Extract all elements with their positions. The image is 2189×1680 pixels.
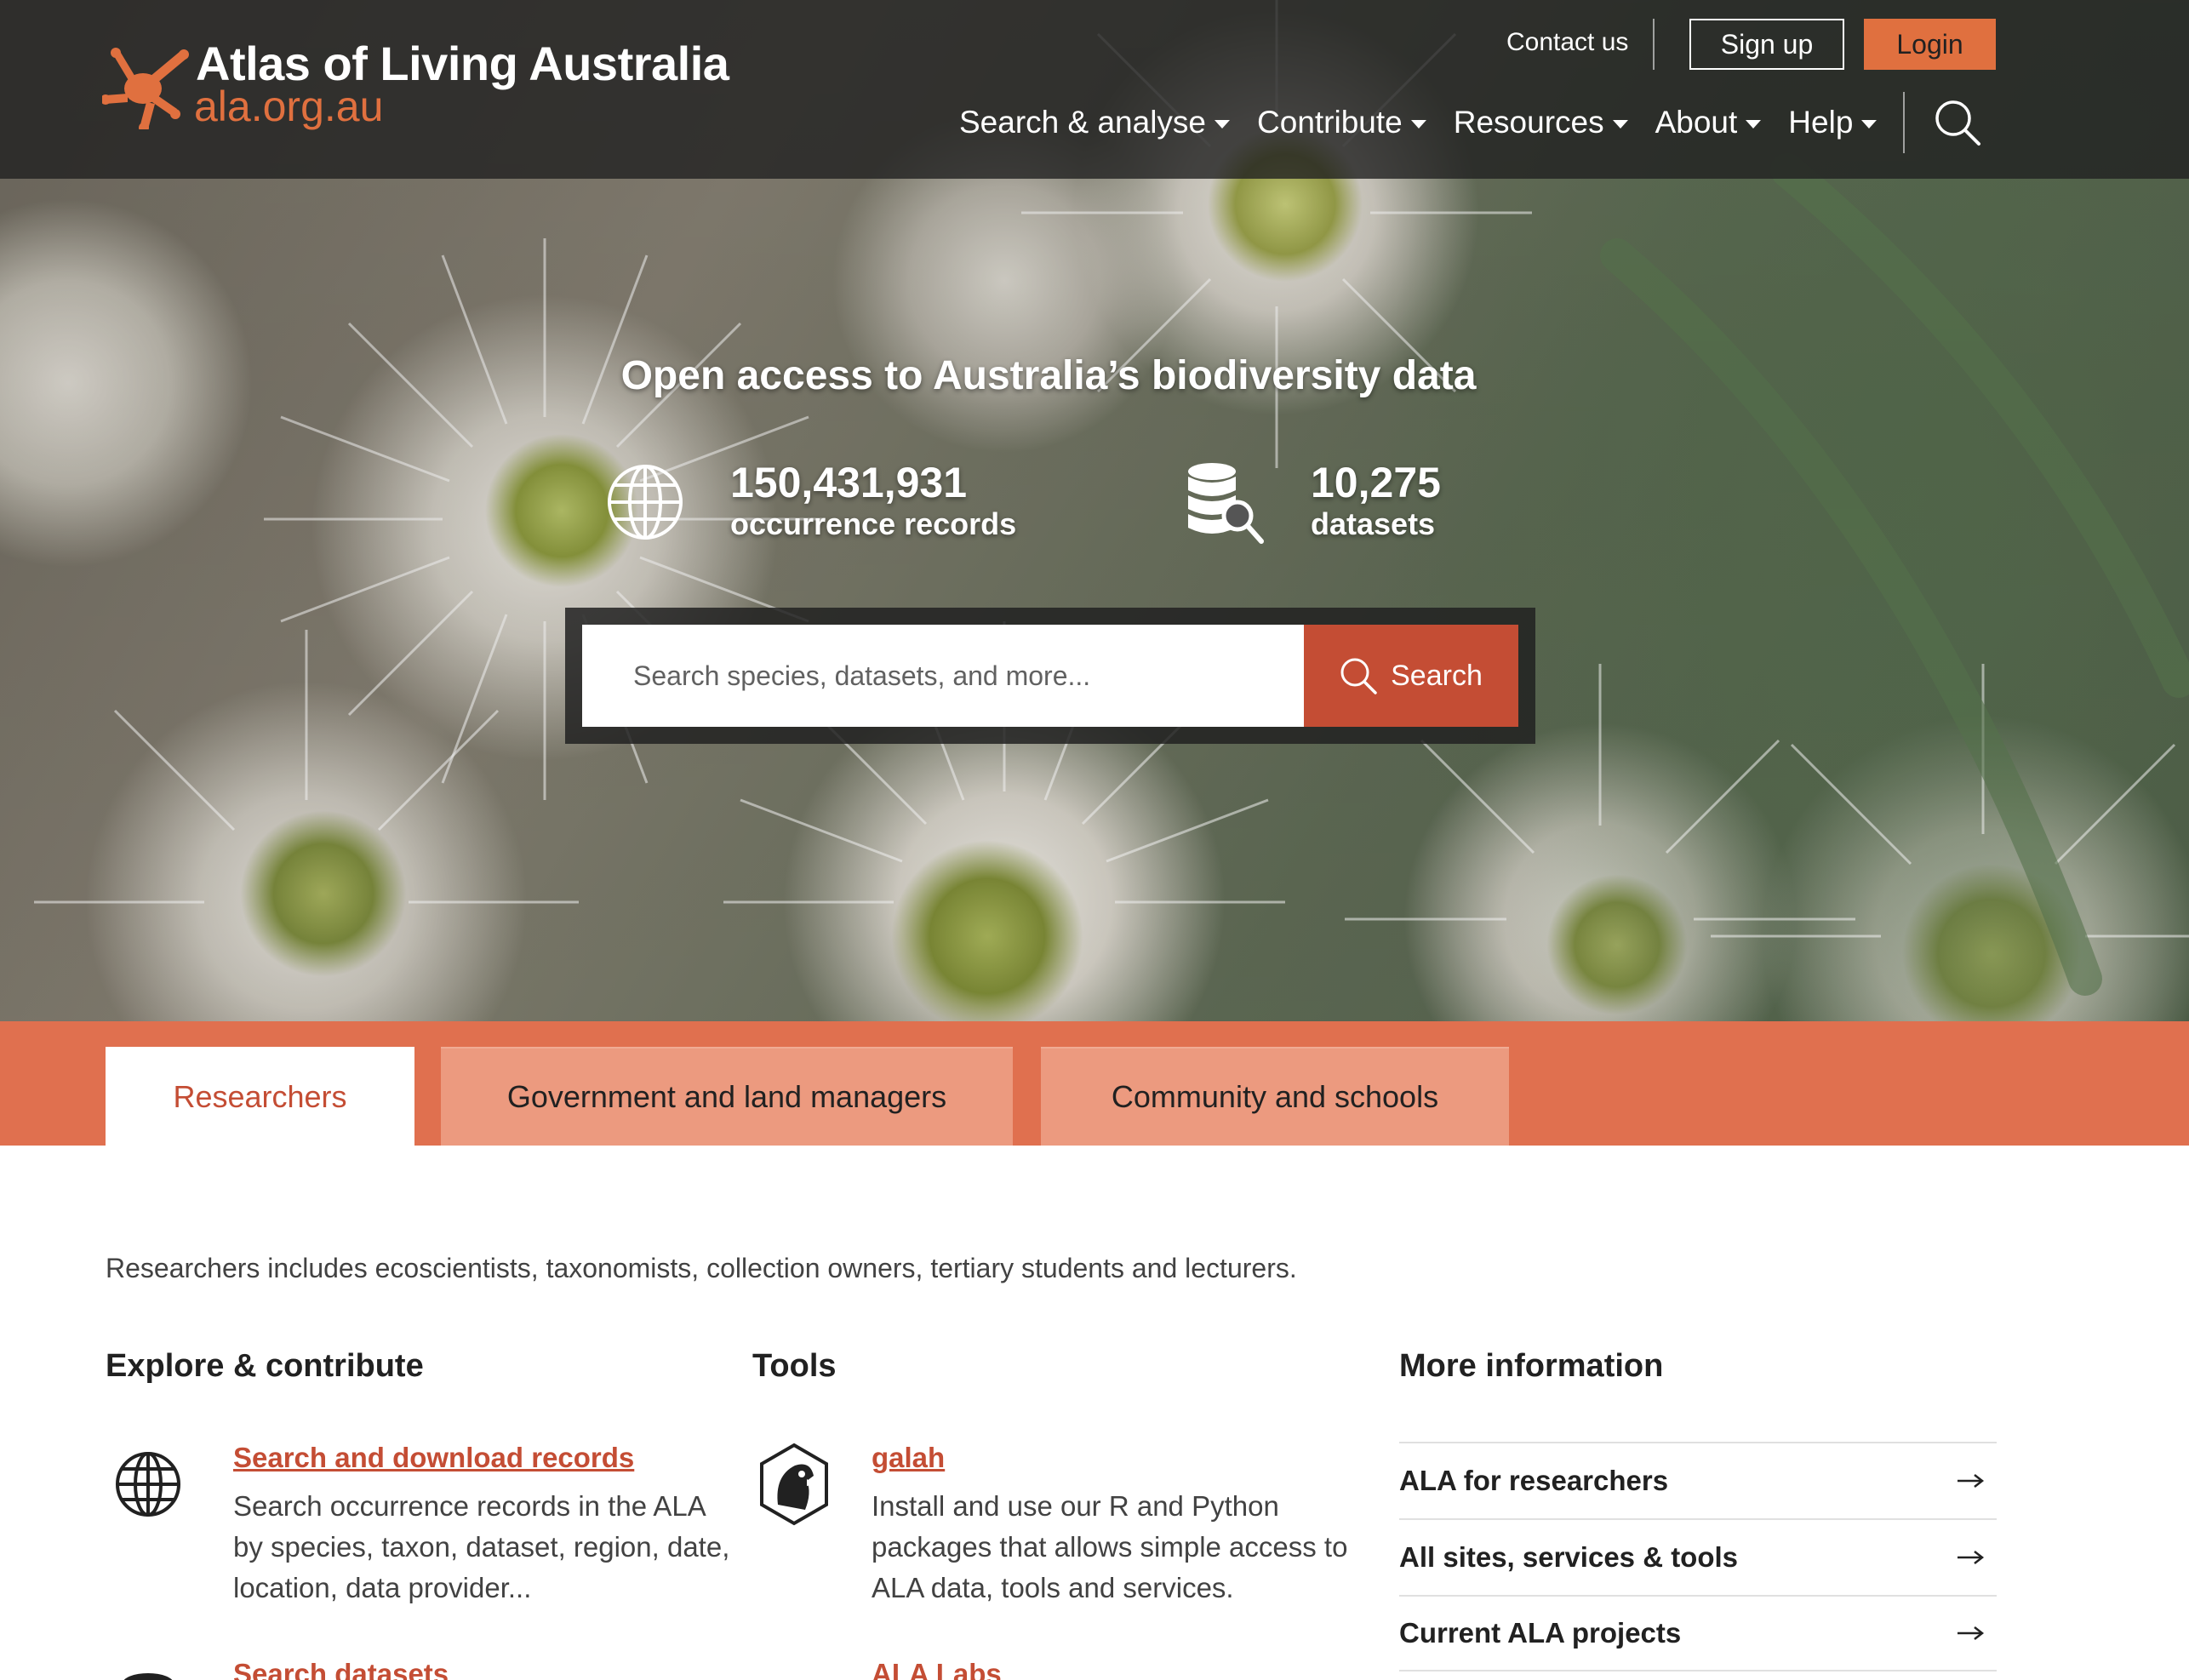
chevron-down-icon — [1746, 120, 1762, 129]
chevron-down-icon — [1861, 120, 1878, 129]
feature-galah: galah Install and use our R and Python p… — [757, 1442, 1347, 1612]
ala-logo-icon — [102, 48, 189, 129]
galah-icon — [760, 1443, 828, 1526]
datasets-stat: 10,275 datasets — [1311, 460, 1441, 542]
top-divider — [1653, 19, 1655, 70]
galah-link[interactable]: galah — [872, 1442, 945, 1474]
main-navigation: Search & analyse Contribute Resources Ab… — [959, 100, 1878, 145]
more-information-heading: More information — [1399, 1348, 1664, 1384]
search-icon[interactable] — [1934, 99, 1981, 146]
stat-number: 10,275 — [1311, 459, 1441, 506]
search-download-records-link[interactable]: Search and download records — [233, 1442, 634, 1474]
search-button[interactable]: Search — [1304, 625, 1518, 727]
arrow-right-icon — [1958, 1551, 1985, 1564]
info-link-current-ala-projects[interactable]: Current ALA projects — [1399, 1595, 1997, 1671]
stat-label: occurrence records — [730, 506, 1017, 541]
login-button[interactable]: Login — [1864, 19, 1996, 70]
tab-government-land-managers[interactable]: Government and land managers — [441, 1047, 1013, 1146]
info-link-ala-for-researchers[interactable]: ALA for researchers — [1399, 1442, 1997, 1518]
contact-us-link[interactable]: Contact us — [1506, 28, 1628, 57]
search-datasets-link[interactable]: Search datasets — [233, 1658, 449, 1680]
nav-label: Resources — [1453, 105, 1604, 140]
nav-help[interactable]: Help — [1788, 105, 1878, 140]
nav-resources[interactable]: Resources — [1454, 105, 1628, 140]
logo-subtitle: ala.org.au — [194, 83, 384, 130]
nav-label: About — [1655, 105, 1738, 140]
ala-labs-link[interactable]: ALA Labs — [872, 1658, 1002, 1680]
tools-heading: Tools — [752, 1348, 837, 1384]
tab-community-schools[interactable]: Community and schools — [1041, 1047, 1509, 1146]
stat-label: datasets — [1311, 506, 1436, 541]
globe-icon — [608, 465, 683, 540]
info-link-label: ALA for researchers — [1399, 1465, 1669, 1496]
globe-icon — [116, 1452, 180, 1517]
arrow-right-icon — [1958, 1626, 1985, 1640]
audience-tabs: Researchers Government and land managers… — [0, 1021, 2189, 1146]
feature-search-records: Search and download records Search occur… — [114, 1442, 729, 1612]
sign-up-button[interactable]: Sign up — [1689, 19, 1844, 70]
stat-number: 150,431,931 — [730, 459, 968, 506]
feature-ala-labs: ALA Labs — [757, 1658, 1268, 1680]
site-header: Atlas of Living Australia ala.org.au Con… — [0, 0, 2189, 179]
search-icon — [1340, 658, 1377, 694]
nav-divider — [1903, 92, 1905, 153]
chevron-down-icon — [1410, 120, 1426, 129]
hero-search-panel: Search — [565, 608, 1535, 744]
nav-label: Help — [1788, 105, 1854, 140]
info-link-label: Current ALA projects — [1399, 1617, 1682, 1649]
nav-contribute[interactable]: Contribute — [1257, 105, 1426, 140]
nav-about[interactable]: About — [1655, 105, 1762, 140]
nav-label: Search & analyse — [959, 105, 1207, 140]
database-icon — [123, 1673, 173, 1680]
chevron-down-icon — [1612, 120, 1628, 129]
info-link-label: All sites, services & tools — [1399, 1541, 1739, 1573]
more-information-list: ALA for researchers All sites, services … — [1399, 1442, 1997, 1671]
arrow-right-icon — [1958, 1474, 1985, 1488]
explore-contribute-heading: Explore & contribute — [106, 1348, 424, 1384]
feature-description: Search occurrence records in the ALA by … — [233, 1490, 730, 1603]
feature-search-datasets: Search datasets — [114, 1658, 625, 1680]
occurrence-records-stat: 150,431,931 occurrence records — [730, 460, 1016, 542]
tab-researchers[interactable]: Researchers — [106, 1047, 414, 1146]
search-button-label: Search — [1391, 659, 1483, 692]
audience-intro: Researchers includes ecoscientists, taxo… — [106, 1253, 1297, 1283]
database-search-icon — [1188, 463, 1264, 544]
nav-label: Contribute — [1257, 105, 1403, 140]
feature-description: Install and use our R and Python package… — [872, 1490, 1348, 1603]
nav-search-analyse[interactable]: Search & analyse — [959, 105, 1231, 140]
search-input[interactable] — [582, 625, 1304, 727]
info-link-all-sites-services-tools[interactable]: All sites, services & tools — [1399, 1518, 1997, 1595]
chevron-down-icon — [1215, 120, 1231, 129]
hero-title: Open access to Australia’s biodiversity … — [620, 353, 1477, 398]
site-logo[interactable]: Atlas of Living Australia ala.org.au — [102, 36, 729, 138]
